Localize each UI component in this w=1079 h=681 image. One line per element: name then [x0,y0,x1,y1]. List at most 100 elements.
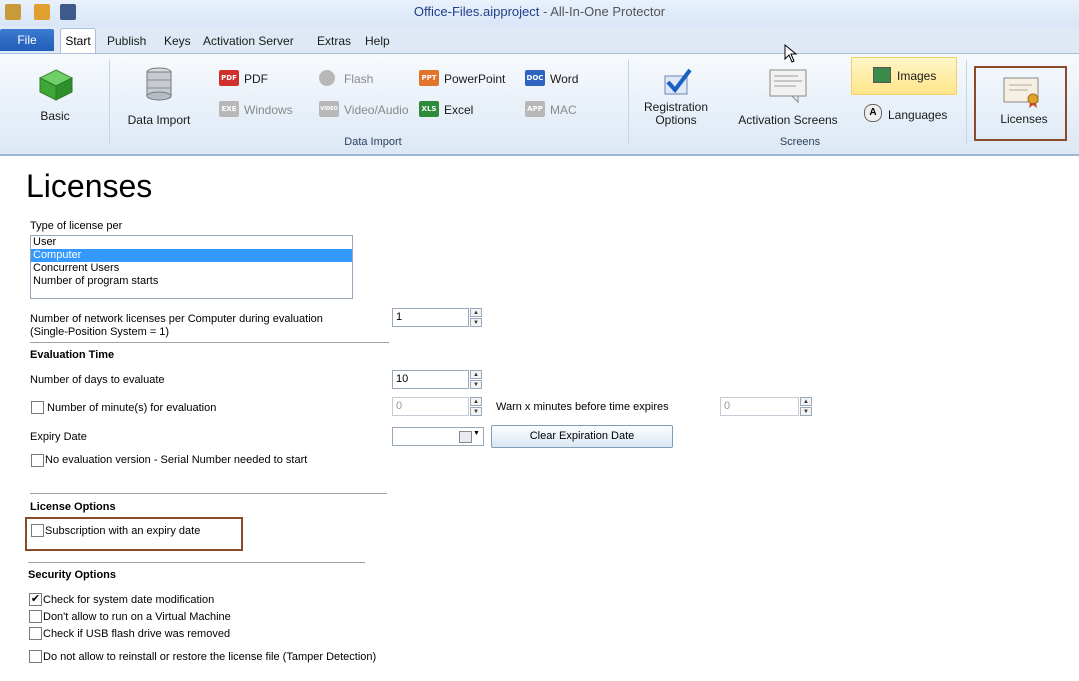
list-item-selected[interactable]: Computer [31,249,352,262]
ribbon-separator [109,60,110,144]
network-licenses-label: Number of network licenses per Computer … [30,313,323,325]
subscription-label: Subscription with an expiry date [45,525,201,537]
usb-removed-label: Check if USB flash drive was removed [43,628,231,640]
days-to-evaluate-label: Number of days to evaluate [30,374,165,386]
app-icon-mac: APP [525,101,545,117]
up-arrow-icon[interactable]: ▲ [800,397,812,406]
network-licenses-stepper[interactable]: 1 ▲ ▼ [392,308,484,327]
network-licenses-sublabel: (Single-Position System = 1) [30,326,170,338]
check-system-date-checkbox[interactable]: ✔ [29,593,42,606]
network-licenses-input[interactable]: 1 [392,308,469,327]
basic-label: Basic [40,109,70,123]
flash-icon [319,70,335,86]
stepper-arrows[interactable]: ▲ ▼ [470,308,482,327]
languages-icon: A [864,104,882,122]
divider [30,342,389,343]
activation-screens-button[interactable]: Activation Screens [738,64,838,130]
license-type-listbox[interactable]: User Computer Concurrent Users Number of… [30,235,353,299]
calendar-icon[interactable] [459,431,472,443]
no-evaluation-checkbox[interactable] [31,454,44,467]
no-evaluation-label: No evaluation version - Serial Number ne… [45,454,308,466]
expiry-date-label: Expiry Date [30,431,87,443]
divider [30,493,387,494]
word-button[interactable]: Word [550,72,578,86]
tamper-detection-checkbox[interactable] [29,650,42,663]
tab-activation-server[interactable]: Activation Server [203,34,294,48]
languages-button[interactable]: Languages [888,108,947,122]
down-arrow-icon[interactable]: ▼ [470,380,482,389]
down-arrow-icon[interactable]: ▼ [470,318,482,327]
warn-minutes-input[interactable]: 0 [720,397,799,416]
registration-label-2: Options [655,113,697,127]
list-item[interactable]: User [31,236,352,249]
stepper-arrows[interactable]: ▲ ▼ [470,397,482,416]
minutes-label: Number of minute(s) for evaluation [47,402,217,414]
minutes-stepper[interactable]: 0 ▲ ▼ [392,397,484,416]
expiry-date-picker[interactable]: ▼ [392,427,484,446]
usb-removed-checkbox[interactable] [29,627,42,640]
days-stepper[interactable]: 10 ▲ ▼ [392,370,484,389]
no-virtual-machine-checkbox[interactable] [29,610,42,623]
minutes-checkbox[interactable] [31,401,44,414]
up-arrow-icon[interactable]: ▲ [470,308,482,317]
app-name: All-In-One Protector [550,4,666,19]
check-system-date-label: Check for system date modification [43,594,215,606]
video-icon: VIDEO [319,101,339,117]
minutes-input[interactable]: 0 [392,397,469,416]
licenses-label: Licenses [1000,112,1048,126]
down-arrow-icon[interactable]: ▼ [800,407,812,416]
mac-button[interactable]: MAC [550,103,577,117]
excel-button[interactable]: Excel [444,103,473,117]
up-arrow-icon[interactable]: ▲ [470,397,482,406]
pdf-button[interactable]: PDF [244,72,268,86]
tab-extras[interactable]: Extras [317,34,351,48]
warn-minutes-stepper[interactable]: 0 ▲ ▼ [720,397,814,416]
activation-screens-label: Activation Screens [738,113,838,127]
window-title: Office-Files.aipproject - All-In-One Pro… [0,4,1079,19]
tab-publish[interactable]: Publish [107,34,146,48]
registration-label-1: Registration [643,100,709,114]
list-item[interactable]: Number of program starts [31,275,352,288]
speech-bubble-icon [769,69,807,104]
down-arrow-icon[interactable]: ▼ [470,407,482,416]
ppt-icon: PPT [419,70,439,86]
stepper-arrows[interactable]: ▲ ▼ [800,397,812,416]
clear-expiration-date-button[interactable]: Clear Expiration Date [491,425,673,448]
type-of-license-label: Type of license per [30,220,123,232]
title-separator: - [539,4,551,19]
up-arrow-icon[interactable]: ▲ [470,370,482,379]
data-import-button[interactable]: Data Import [124,64,194,130]
group-label-data-import: Data Import [344,136,402,148]
video-audio-button[interactable]: Video/Audio [344,103,409,117]
mouse-cursor-icon [784,44,798,63]
divider [28,562,365,563]
ribbon-separator [628,60,629,144]
tab-start[interactable]: Start [60,28,96,53]
checkmark-icon [664,68,692,95]
images-button[interactable]: Images [851,57,957,95]
windows-button[interactable]: Windows [244,103,293,117]
tab-help[interactable]: Help [365,34,390,48]
title-bar: Office-Files.aipproject - All-In-One Pro… [0,0,1079,27]
subscription-checkbox[interactable] [31,524,44,537]
chevron-down-icon[interactable]: ▼ [473,430,480,437]
evaluation-time-heading: Evaluation Time [30,349,115,361]
image-icon [873,67,891,83]
ribbon: Basic Data Import PDF PDF EXE Windows Fl… [0,53,1079,156]
group-label-screens: Screens [779,136,821,148]
file-tab[interactable]: File [0,29,54,51]
doc-icon: DOC [525,70,545,86]
basic-button[interactable]: Basic [20,58,90,128]
licenses-button[interactable]: Licenses [976,68,1065,139]
tamper-detection-label: Do not allow to reinstall or restore the… [43,651,377,663]
tab-keys[interactable]: Keys [164,34,191,48]
stepper-arrows[interactable]: ▲ ▼ [470,370,482,389]
powerpoint-button[interactable]: PowerPoint [444,72,505,86]
flash-button[interactable]: Flash [344,72,373,86]
no-virtual-machine-label: Don't allow to run on a Virtual Machine [43,611,231,623]
project-file-name: Office-Files.aipproject [413,4,540,19]
ribbon-separator [966,60,967,144]
registration-options-button[interactable]: Registration Options [640,64,712,130]
days-input[interactable]: 10 [392,370,469,389]
list-item[interactable]: Concurrent Users [31,262,352,275]
